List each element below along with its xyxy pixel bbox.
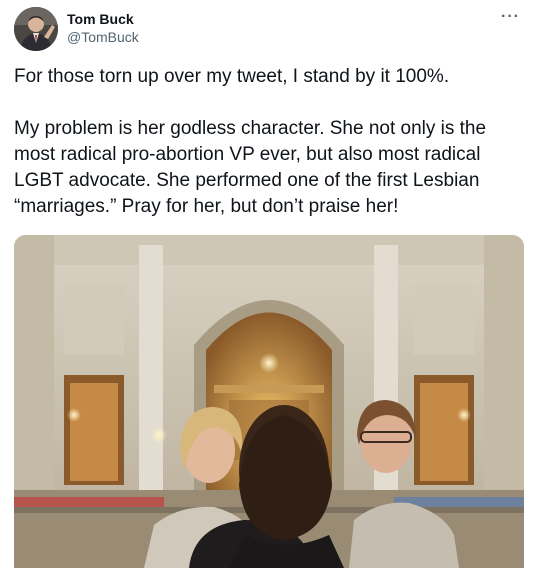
wedding-photo: [14, 235, 524, 568]
tweet-paragraph: My problem is her godless character. She…: [14, 118, 487, 217]
tweet-text: For those torn up over my tweet, I stand…: [14, 64, 524, 220]
more-options-icon[interactable]: ···: [501, 8, 520, 26]
author-handle[interactable]: @TomBuck: [67, 29, 139, 45]
avatar[interactable]: [14, 7, 58, 51]
author-name[interactable]: Tom Buck: [67, 11, 134, 27]
tweet-card: Tom Buck @TomBuck ··· For those torn up …: [0, 0, 534, 568]
tweet-photo[interactable]: [14, 235, 524, 568]
tweet-paragraph: For those torn up over my tweet, I stand…: [14, 66, 450, 87]
